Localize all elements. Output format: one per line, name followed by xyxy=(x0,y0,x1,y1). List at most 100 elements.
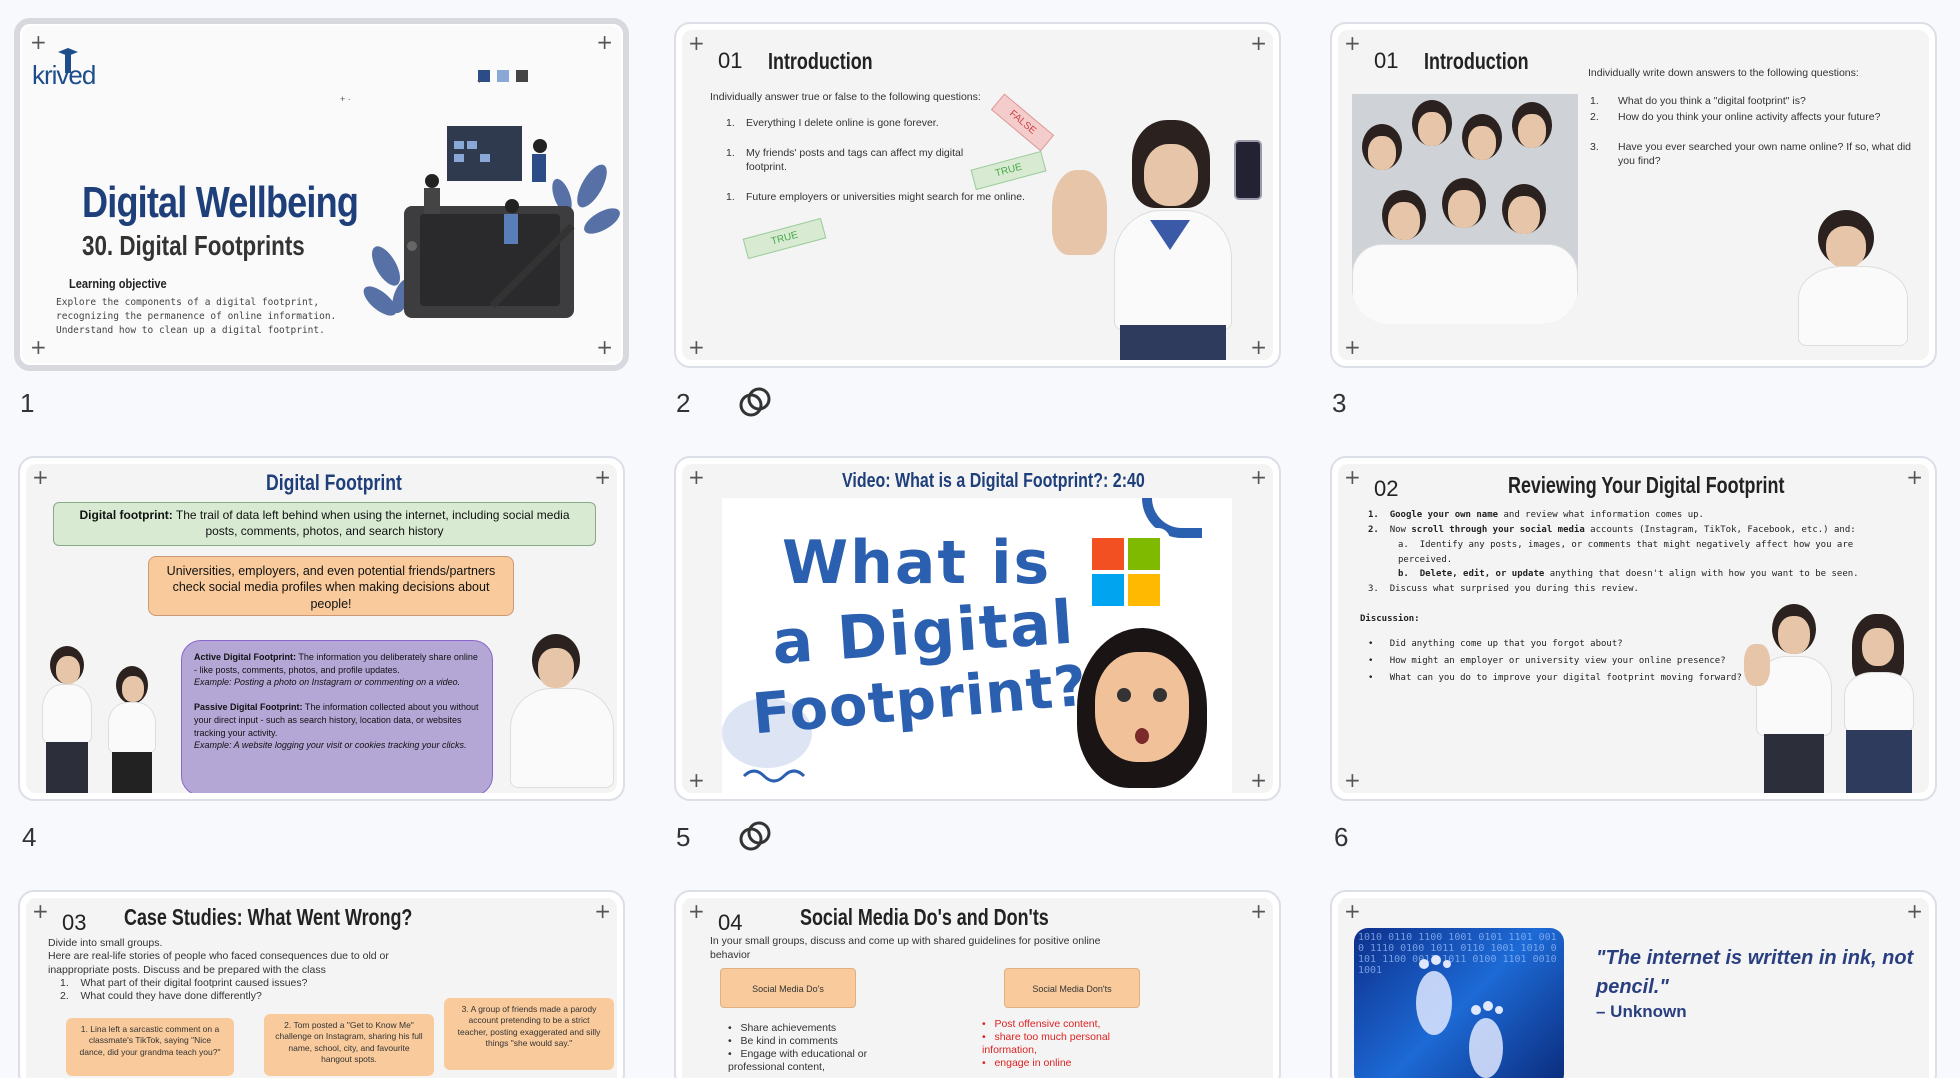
slide-thumbnail-7[interactable]: + + 03 Case Studies: What Went Wrong? Di… xyxy=(18,890,625,1078)
slide-thumbnail-9[interactable]: + + 1010 0110 1100 1001 0101 1101 0010 1… xyxy=(1330,890,1937,1078)
corner-plus-icon: + xyxy=(1344,335,1361,359)
linked-slide-icon[interactable] xyxy=(738,385,772,419)
video-thumbnail[interactable]: What is a Digital Footprint? xyxy=(722,498,1232,793)
footprint-types-box: Active Digital Footprint: The informatio… xyxy=(181,640,493,793)
quote-text: "The internet is written in ink, not pen… xyxy=(1596,947,1914,998)
discussion-item: How might an employer or university view… xyxy=(1389,656,1726,667)
slide-number: 3 xyxy=(1332,388,1347,418)
instruction-text: Individually write down answers to the f… xyxy=(1588,67,1859,79)
intro-line-2: Here are real-life stories of people who… xyxy=(48,950,389,977)
discussion-list: • Did anything come up that you forgot a… xyxy=(1368,639,1742,684)
corner-plus-icon: + xyxy=(1250,899,1267,923)
corner-plus-icon: + xyxy=(596,30,613,54)
stamp-false: FALSE xyxy=(990,93,1055,152)
question-2: My friends' posts and tags can affect my… xyxy=(746,147,964,174)
instruction-text: Individually answer true or false to the… xyxy=(710,91,981,103)
section-number: 03 xyxy=(62,910,87,935)
question-2: How do you think your online activity af… xyxy=(1618,111,1881,123)
section-number: 01 xyxy=(1374,48,1399,73)
thumbnail-title-line-1: What is xyxy=(782,528,1052,598)
microsoft-logo-icon xyxy=(1082,528,1170,616)
discussion-item: What can you do to improve your digital … xyxy=(1389,673,1742,684)
corner-plus-icon: + xyxy=(688,31,705,55)
students-figures xyxy=(1744,604,1929,793)
steps-list: 1. Google your own name and review what … xyxy=(1368,508,1908,597)
slide-number: 4 xyxy=(22,822,37,852)
corner-plus-icon: + xyxy=(1250,768,1267,792)
slide-number: 1 xyxy=(20,388,35,418)
discussion-item: Did anything come up that you forgot abo… xyxy=(1389,639,1623,649)
corner-plus-icon: + xyxy=(688,768,705,792)
slide-title: Digital Footprint xyxy=(266,470,402,495)
color-swatches xyxy=(478,70,528,82)
corner-plus-icon: + xyxy=(1250,31,1267,55)
slide-thumbnail-8[interactable]: + + 04 Social Media Do's and Don'ts In y… xyxy=(674,890,1281,1078)
slide-thumbnail-4[interactable]: + + Digital Footprint Digital footprint:… xyxy=(18,456,625,801)
slide-number: 6 xyxy=(1334,822,1349,852)
step-2a: a. Identify any posts, images, or commen… xyxy=(1398,539,1854,565)
corner-plus-icon: + xyxy=(688,335,705,359)
students-group-photo xyxy=(1352,94,1578,324)
slide-thumbnail-3[interactable]: + + 01 Introduction Individually write d… xyxy=(1330,22,1937,368)
slide-number: 2 xyxy=(676,388,691,418)
digital-footprint-image: 1010 0110 1100 1001 0101 1101 0010 1110 … xyxy=(1354,928,1564,1078)
case-card-3: 3. A group of friends made a parody acco… xyxy=(444,998,614,1070)
step-3: 3. Discuss what surprised you during thi… xyxy=(1368,584,1639,595)
step-2b: b. Delete, edit, or update anything that… xyxy=(1398,569,1859,580)
slide-1-canvas: + + + + krived Digital Wellbeing 30. Dig… xyxy=(22,26,621,363)
slide-number: 5 xyxy=(676,822,691,852)
students-figures-left xyxy=(36,644,176,793)
question-3: Future employers or universities might s… xyxy=(746,191,1025,203)
slide-6-canvas: + + + 02 Reviewing Your Digital Footprin… xyxy=(1338,464,1929,793)
corner-plus-icon: + xyxy=(1344,465,1361,489)
student-figure xyxy=(1052,110,1273,360)
slide-9-canvas: + + 1010 0110 1100 1001 0101 1101 0010 1… xyxy=(1338,898,1929,1078)
definition-label: Digital footprint: xyxy=(79,508,173,522)
question-1: What do you think a "digital footprint" … xyxy=(1618,95,1806,107)
dos-header: Social Media Do's xyxy=(720,968,856,1008)
slide-title: Introduction xyxy=(1424,48,1529,74)
section-number: 04 xyxy=(718,910,743,935)
stamp-true: TRUE xyxy=(742,217,827,260)
section-number: 01 xyxy=(718,48,743,73)
question-3: Have you ever searched your own name onl… xyxy=(1618,141,1912,168)
slide-thumbnail-6[interactable]: + + + 02 Reviewing Your Digital Footprin… xyxy=(1330,456,1937,801)
linked-slide-icon[interactable] xyxy=(738,819,772,853)
brand-name: krived xyxy=(32,60,96,90)
objective-text: Explore the components of a digital foot… xyxy=(56,297,337,336)
definition-box: Digital footprint: The trail of data lef… xyxy=(53,502,596,546)
slide-title: Video: What is a Digital Footprint?: 2:4… xyxy=(842,470,1145,492)
slide-thumbnail-1[interactable]: + + + + krived Digital Wellbeing 30. Dig… xyxy=(14,18,629,371)
slide-thumbnail-2[interactable]: + + + + 01 Introduction Individually ans… xyxy=(674,22,1281,368)
digital-illustration xyxy=(363,126,620,318)
corner-plus-icon: + xyxy=(32,899,49,923)
student-with-phone xyxy=(1778,210,1928,350)
slide-3-canvas: + + 01 Introduction Individually write d… xyxy=(1338,30,1929,360)
discussion-label: Discussion: xyxy=(1360,614,1420,624)
slide-title: Reviewing Your Digital Footprint xyxy=(1508,472,1785,498)
step-2: 2. Now scroll through your social media … xyxy=(1368,524,1856,535)
slide-2-canvas: + + + + 01 Introduction Individually ans… xyxy=(682,30,1273,360)
donts-list: • Post offensive content, • share too mu… xyxy=(982,1018,1111,1070)
corner-plus-icon: + xyxy=(1250,465,1267,489)
corner-plus-icon: + xyxy=(1906,899,1923,923)
corner-plus-icon: + xyxy=(688,899,705,923)
slide-subtitle: 30. Digital Footprints xyxy=(82,230,305,261)
case-question: What part of their digital footprint cau… xyxy=(80,977,308,989)
instruction-text: In your small groups, discuss and come u… xyxy=(710,935,1101,962)
corner-plus-icon: + xyxy=(688,465,705,489)
active-example: Example: Posting a photo on Instagram or… xyxy=(194,677,461,688)
corner-plus-icon: + xyxy=(1344,768,1361,792)
donts-header: Social Media Don'ts xyxy=(1004,968,1140,1008)
slide-title: Social Media Do's and Don'ts xyxy=(800,904,1049,930)
slide-5-canvas: + + + + Video: What is a Digital Footpri… xyxy=(682,464,1273,793)
slide-thumbnail-5[interactable]: + + + + Video: What is a Digital Footpri… xyxy=(674,456,1281,801)
dos-list: • Share achievements • Be kind in commen… xyxy=(728,1022,868,1074)
slide-4-canvas: + + Digital Footprint Digital footprint:… xyxy=(26,464,617,793)
corner-plus-icon: + xyxy=(1906,465,1923,489)
corner-plus-icon: + xyxy=(30,335,47,359)
slide-7-canvas: + + 03 Case Studies: What Went Wrong? Di… xyxy=(26,898,617,1078)
objective-label: Learning objective xyxy=(69,276,167,291)
brand-logo: krived xyxy=(32,46,102,91)
definition-text: The trail of data left behind when using… xyxy=(172,508,570,538)
